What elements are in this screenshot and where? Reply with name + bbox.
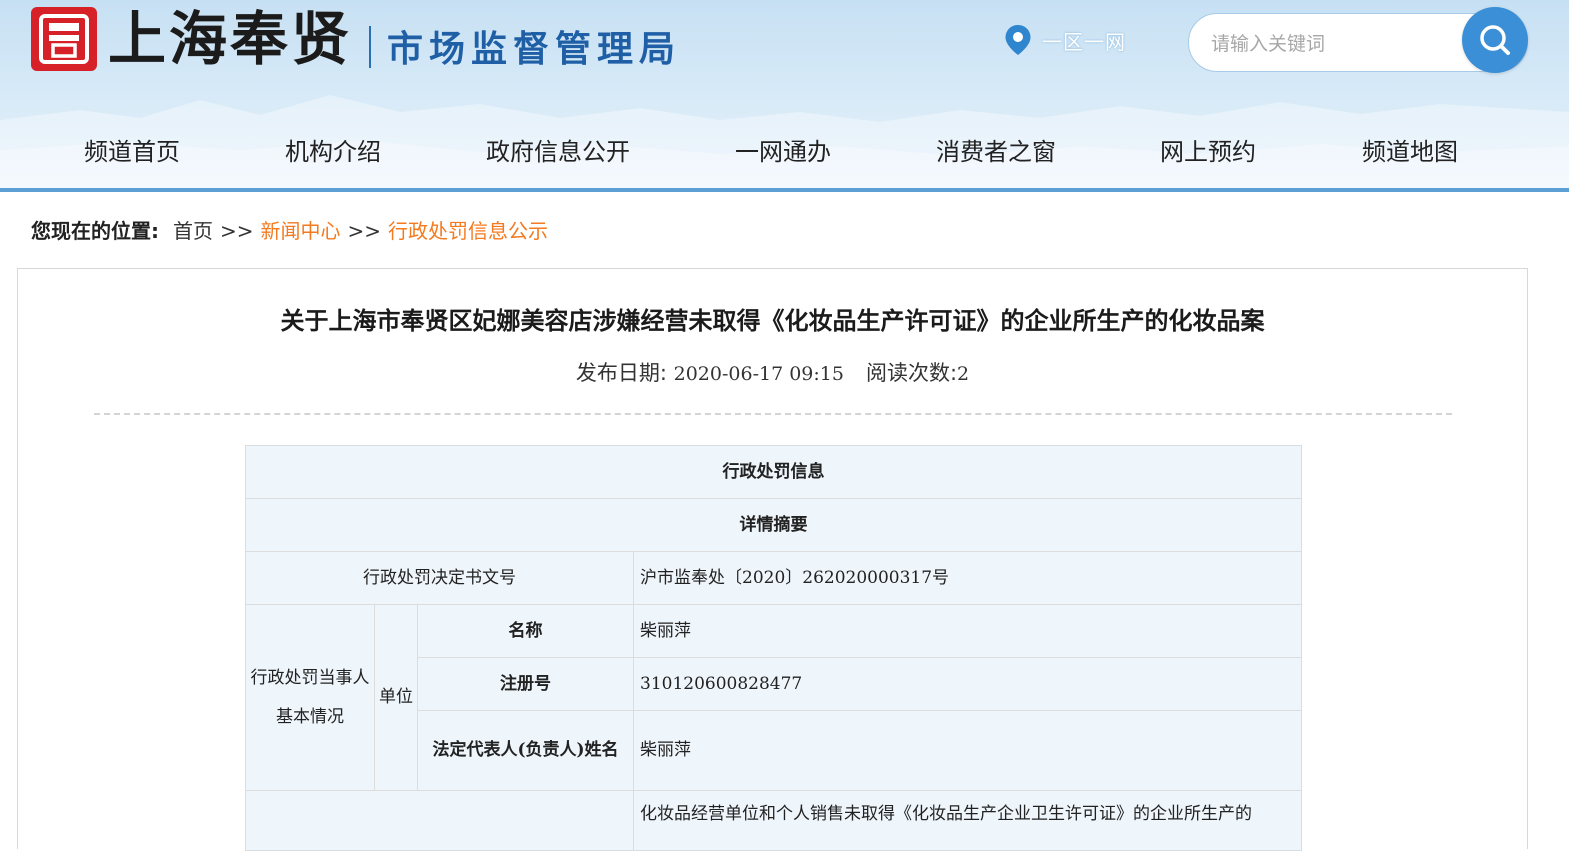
decision-no-value: 沪市监奉处〔2020〕262020000317号 — [633, 551, 1302, 605]
logo-divider — [369, 26, 371, 68]
party-info-label: 行政处罚当事人基本情况 — [245, 604, 375, 791]
red-seal-icon[interactable] — [31, 7, 97, 71]
article-title: 关于上海市奉贤区妃娜美容店涉嫌经营未取得《化妆品生产许可证》的企业所生产的化妆品… — [280, 307, 1265, 335]
read-count: 2 — [957, 363, 970, 385]
main-nav: 频道首页 机构介绍 政府信息公开 一网通办 消费者之窗 网上预约 频道地图 — [0, 126, 1569, 178]
nav-item-appointment[interactable]: 网上预约 — [1160, 126, 1256, 178]
read-count-label: 阅读次数: — [865, 361, 958, 385]
search-icon — [1480, 25, 1510, 55]
name-value: 柴丽萍 — [633, 604, 1302, 658]
legal-rep-label: 法定代表人(负责人)姓名 — [417, 710, 634, 791]
header-bottom-line — [0, 188, 1569, 192]
breadcrumb-separator: >> — [220, 219, 254, 243]
yiqu-yiwang-link[interactable]: 一区一网 — [1004, 24, 1126, 56]
table-header-penalty-info: 行政处罚信息 — [245, 445, 1302, 499]
site-name[interactable]: 上海奉贤 — [108, 4, 352, 74]
nav-item-gov-info[interactable]: 政府信息公开 — [486, 126, 630, 178]
name-label: 名称 — [417, 604, 634, 658]
department-name: 市场监督管理局 — [387, 28, 682, 70]
site-header: 上海奉贤 市场监督管理局 一区一网 频道首页 机构介绍 政府信息公开 一网通办 … — [0, 0, 1569, 192]
table-row: 行政处罚信息 — [245, 445, 1302, 499]
seal-glyph — [39, 14, 89, 64]
yiqu-yiwang-label: 一区一网 — [1042, 29, 1126, 54]
nav-item-online-services[interactable]: 一网通办 — [735, 126, 831, 178]
nav-item-home[interactable]: 频道首页 — [84, 126, 180, 178]
article-meta: 发布日期: 2020-06-17 09:15 阅读次数:2 — [18, 357, 1527, 387]
map-pin-icon — [1005, 25, 1031, 55]
table-row: 详情摘要 — [245, 498, 1302, 552]
table-row: 行政处罚当事人基本情况 单位 名称 柴丽萍 — [245, 604, 1302, 791]
breadcrumb: 您现在的位置: 首页 >> 新闻中心 >> 行政处罚信息公示 — [31, 213, 548, 249]
breadcrumb-home[interactable]: 首页 — [173, 219, 213, 243]
search-input[interactable] — [1209, 14, 1453, 71]
search-button[interactable] — [1462, 7, 1528, 73]
article-divider — [94, 413, 1452, 415]
table-row: 化妆品经营单位和个人销售未取得《化妆品生产企业卫生许可证》的企业所生产的 — [245, 790, 1302, 851]
breadcrumb-penalty-info[interactable]: 行政处罚信息公示 — [388, 219, 548, 243]
decision-no-label: 行政处罚决定书文号 — [245, 551, 634, 605]
penalty-info-table: 行政处罚信息 详情摘要 行政处罚决定书文号 沪市监奉处〔2020〕2620200… — [245, 445, 1302, 851]
publish-date: 2020-06-17 09:15 — [673, 363, 844, 385]
reg-no-value: 310120600828477 — [633, 657, 1302, 711]
publish-date-label: 发布日期: — [575, 361, 667, 385]
legal-rep-value: 柴丽萍 — [633, 710, 1302, 791]
unit-label: 单位 — [374, 604, 418, 791]
table-header-summary: 详情摘要 — [245, 498, 1302, 552]
breadcrumb-label: 您现在的位置: — [31, 219, 159, 243]
nav-item-about[interactable]: 机构介绍 — [285, 126, 381, 178]
nav-item-sitemap[interactable]: 频道地图 — [1362, 126, 1458, 178]
nav-item-consumer[interactable]: 消费者之窗 — [936, 126, 1056, 178]
violation-label-cell — [245, 790, 634, 851]
breadcrumb-news-center[interactable]: 新闻中心 — [261, 219, 341, 243]
reg-no-label: 注册号 — [417, 657, 634, 711]
table-row: 行政处罚决定书文号 沪市监奉处〔2020〕262020000317号 — [245, 551, 1302, 605]
violation-text: 化妆品经营单位和个人销售未取得《化妆品生产企业卫生许可证》的企业所生产的 — [633, 790, 1302, 851]
breadcrumb-separator: >> — [347, 219, 382, 243]
